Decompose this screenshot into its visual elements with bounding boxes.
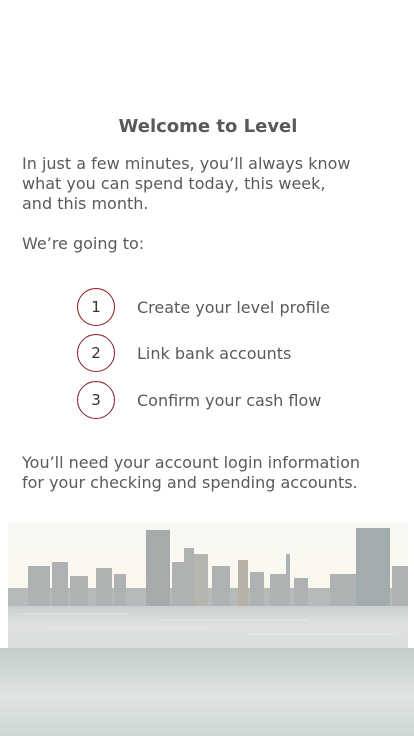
step-label: Confirm your cash flow xyxy=(137,390,322,410)
step-item-1: 1 Create your level profile xyxy=(77,287,330,327)
step-number-badge: 3 xyxy=(77,381,115,419)
footer-band xyxy=(0,648,414,736)
intro-text: In just a few minutes, you’ll always kno… xyxy=(22,154,351,213)
going-to-text: We’re going to: xyxy=(22,234,145,253)
step-item-2: 2 Link bank accounts xyxy=(77,333,291,373)
step-label: Create your level profile xyxy=(137,297,330,317)
step-item-3: 3 Confirm your cash flow xyxy=(77,380,321,420)
step-label: Link bank accounts xyxy=(137,343,292,363)
city-skyline-image xyxy=(8,522,408,648)
page-title: Welcome to Level xyxy=(118,116,298,137)
step-number-badge: 2 xyxy=(77,334,115,372)
step-number-badge: 1 xyxy=(77,288,115,326)
login-info-note: You’ll need your account login informati… xyxy=(22,453,361,492)
